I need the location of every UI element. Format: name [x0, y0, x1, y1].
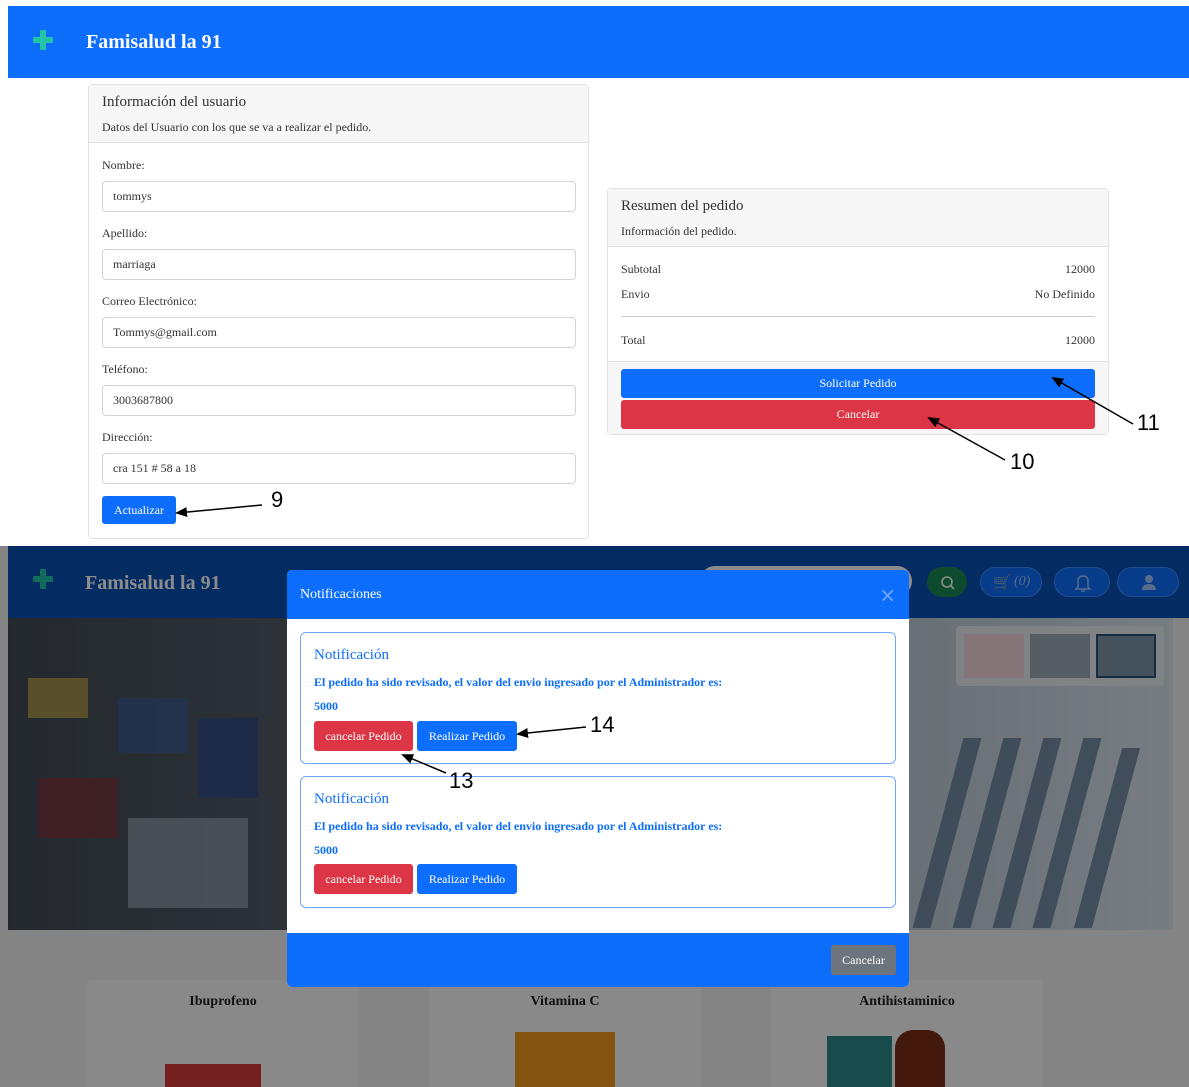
notifications-screen: Famisalud la 91 🛒 (0) Ibuprofeno Vitamin…	[0, 546, 1189, 1087]
arrow-13	[401, 754, 447, 774]
arrow-11	[1051, 377, 1134, 425]
arrow-10	[927, 417, 1006, 461]
callout-14: 14	[590, 712, 615, 737]
callout-10: 10	[1010, 449, 1035, 474]
arrow-14	[516, 726, 587, 738]
order-checkout-screen: Famisalud la 91 Información del usuario …	[0, 0, 1189, 544]
callout-13: 13	[449, 768, 474, 793]
callout-9: 9	[271, 487, 284, 512]
arrow-9	[175, 504, 263, 518]
callout-11: 11	[1137, 410, 1160, 435]
annotation-arrows	[401, 726, 587, 774]
